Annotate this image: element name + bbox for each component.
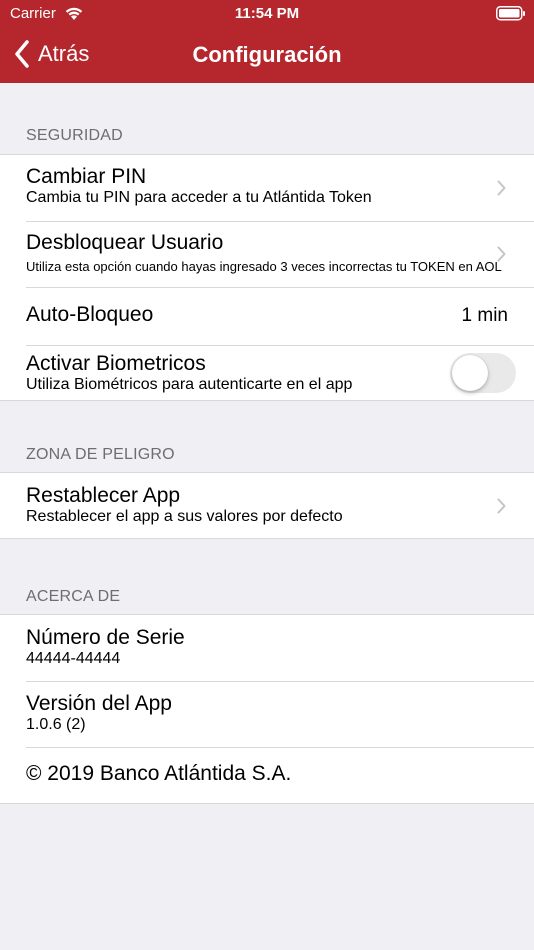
- app-version-row: Versión del App 1.0.6 (2): [0, 681, 534, 747]
- copyright-row: © 2019 Banco Atlántida S.A.: [0, 747, 534, 803]
- reset-app-title: Restablecer App: [26, 484, 181, 507]
- unlock-user-row[interactable]: Desbloquear Usuario Utiliza esta opción …: [0, 221, 534, 287]
- serial-number-row: Número de Serie 44444-44444: [0, 615, 534, 681]
- clock: 11:54 PM: [234, 5, 300, 22]
- reset-app-subtitle: Restablecer el app a sus valores por def…: [26, 508, 343, 525]
- reset-app-row[interactable]: Restablecer App Restablecer el app a sus…: [0, 473, 534, 538]
- copyright-text: © 2019 Banco Atlántida S.A.: [26, 762, 292, 785]
- section-header-security: SEGURIDAD: [26, 127, 123, 144]
- status-bar: Carrier 11:54 PM: [0, 0, 534, 28]
- about-group: Número de Serie 44444-44444 Versión del …: [0, 614, 534, 804]
- app-version-value: 1.0.6 (2): [26, 716, 86, 733]
- change-pin-subtitle: Cambia tu PIN para acceder a tu Atlántid…: [26, 189, 372, 206]
- section-header-danger: ZONA DE PELIGRO: [26, 446, 175, 463]
- security-group: Cambiar PIN Cambia tu PIN para acceder a…: [0, 154, 534, 401]
- serial-number-value: 44444-44444: [26, 650, 121, 667]
- biometrics-subtitle: Utiliza Biométricos para autenticarte en…: [26, 376, 353, 393]
- auto-lock-row[interactable]: Auto-Bloqueo 1 min: [0, 287, 534, 345]
- biometrics-toggle[interactable]: [450, 353, 516, 393]
- section-header-about: ACERCA DE: [26, 588, 121, 605]
- auto-lock-title: Auto-Bloqueo: [26, 303, 154, 326]
- battery-icon: [496, 6, 526, 25]
- unlock-user-title: Desbloquear Usuario: [26, 231, 224, 254]
- serial-number-title: Número de Serie: [26, 626, 185, 649]
- change-pin-row[interactable]: Cambiar PIN Cambia tu PIN para acceder a…: [0, 155, 534, 221]
- page-title: Configuración: [192, 42, 342, 67]
- app-version-title: Versión del App: [26, 692, 172, 715]
- auto-lock-value: 1 min: [461, 305, 508, 326]
- biometrics-title: Activar Biometricos: [26, 352, 206, 375]
- toggle-knob: [452, 355, 488, 391]
- chevron-right-icon: [497, 180, 506, 201]
- danger-group: Restablecer App Restablecer el app a sus…: [0, 472, 534, 539]
- unlock-user-subtitle: Utiliza esta opción cuando hayas ingresa…: [26, 259, 502, 274]
- change-pin-title: Cambiar PIN: [26, 165, 147, 188]
- navigation-bar: Carrier 11:54 PM Atrás Configuración: [0, 0, 534, 83]
- chevron-right-icon: [497, 246, 506, 267]
- biometrics-row: Activar Biometricos Utiliza Biométricos …: [0, 345, 534, 401]
- chevron-right-icon: [497, 498, 506, 519]
